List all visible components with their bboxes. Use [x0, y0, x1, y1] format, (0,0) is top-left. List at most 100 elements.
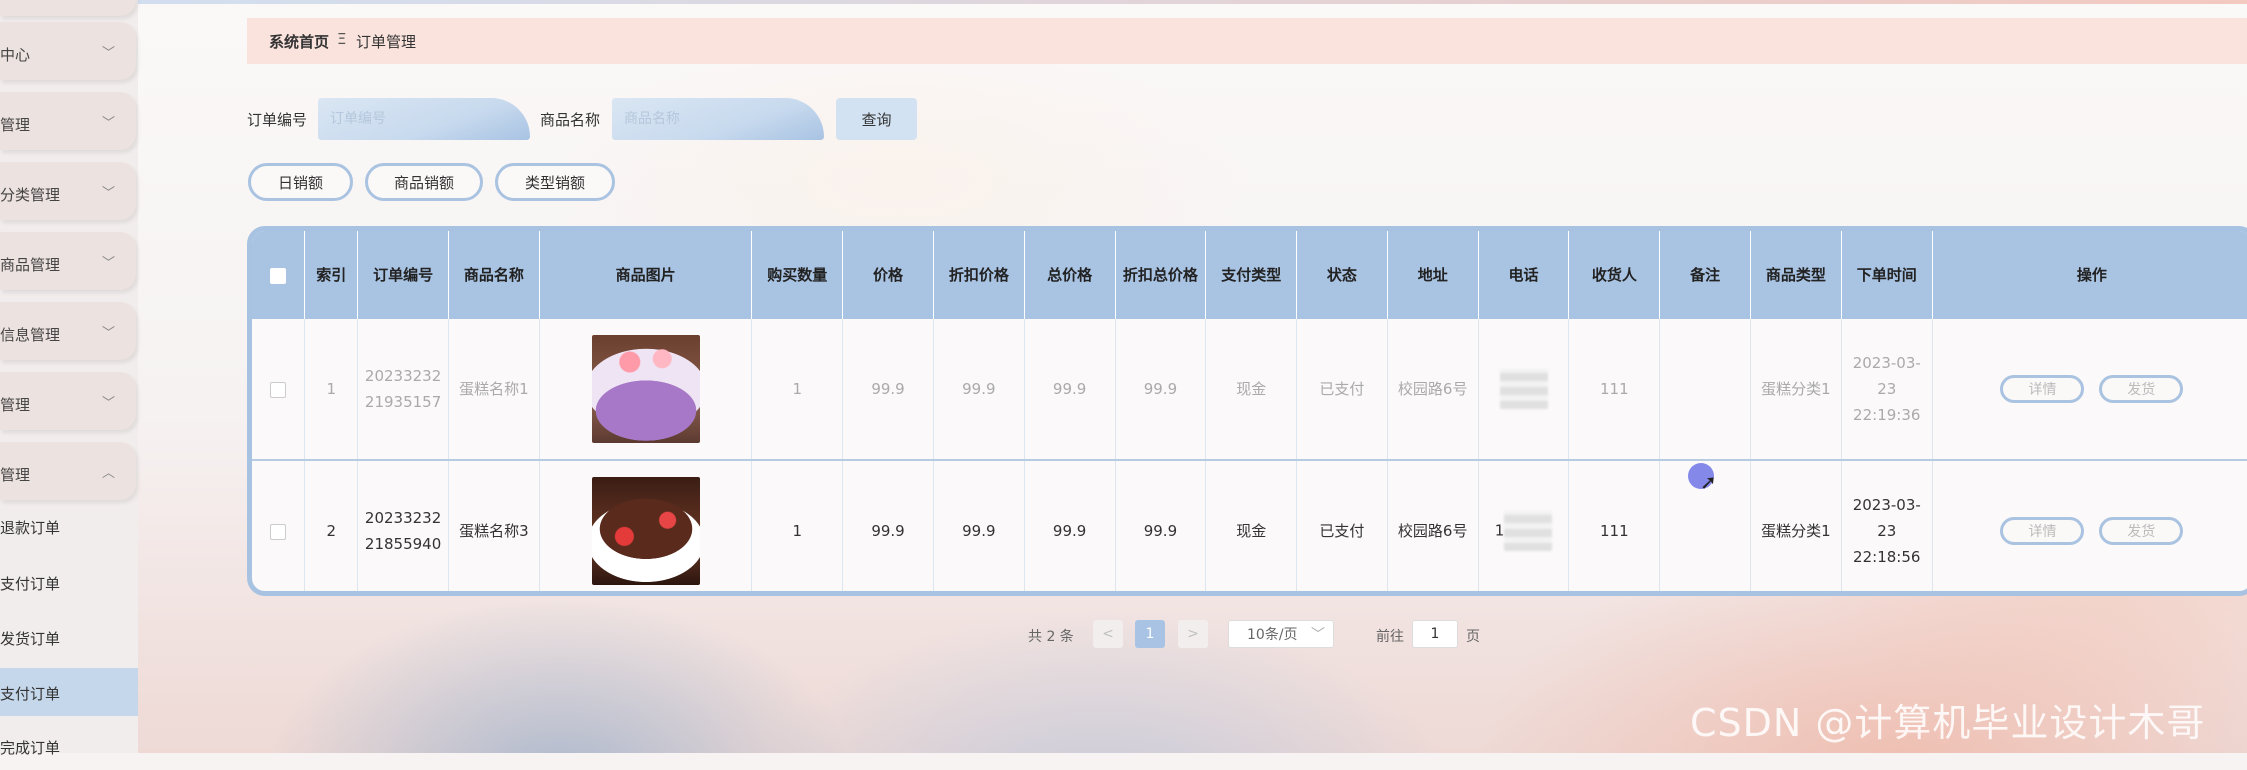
chevron-down-icon: ﹀ [102, 326, 116, 341]
top-accent-bar [0, 0, 2247, 4]
cell-index: 2 [304, 460, 359, 591]
cell-address: 校园路6号 [1387, 460, 1479, 591]
cell-total: 99.9 [1024, 460, 1116, 591]
phone-partial: 1 [1494, 521, 1505, 540]
row-checkbox[interactable] [270, 523, 287, 540]
phone-redacted [1499, 369, 1548, 409]
sidebar-item-label: 管理 [0, 396, 31, 414]
ship-button[interactable]: 发货 [2099, 375, 2184, 403]
header-note: 备注 [1659, 231, 1751, 319]
cell-category: 蛋糕分类1 [1750, 460, 1842, 591]
cell-phone [1478, 319, 1570, 461]
header-actions: 操作 [1932, 231, 2247, 319]
sidebar-subitem-refund[interactable]: 退款订单 [0, 502, 138, 550]
header-phone: 电话 [1478, 231, 1570, 319]
sidebar-item-top[interactable] [0, 0, 136, 16]
cell-price: 99.9 [842, 460, 934, 591]
goto-label: 前往 [1376, 629, 1404, 645]
cell-discount-total: 99.9 [1115, 319, 1207, 461]
sidebar-item-product[interactable]: 商品管理 ﹀ [0, 232, 136, 290]
product-name-label: 商品名称 [540, 111, 601, 129]
page-size-value: 10条/页 [1247, 627, 1298, 643]
select-all-checkbox[interactable] [270, 267, 287, 284]
sidebar: 中心 ﹀ 管理 ﹀ 分类管理 ﹀ 商品管理 ﹀ 信息管理 ﹀ 管理 ﹀ 管理 ︿… [0, 0, 138, 757]
header-price: 价格 [842, 231, 934, 319]
sidebar-item-info[interactable]: 信息管理 ﹀ [0, 302, 136, 360]
sidebar-subitem-paid-active[interactable]: 支付订单 [0, 668, 138, 716]
header-index: 索引 [304, 231, 359, 319]
header-order-no: 订单编号 [357, 231, 449, 319]
cell-status: 已支付 [1296, 460, 1388, 591]
sidebar-subitem-label: 发货订单 [0, 630, 61, 648]
header-qty: 购买数量 [751, 231, 844, 319]
goto-page-input[interactable] [1412, 620, 1458, 648]
product-image[interactable] [591, 335, 700, 443]
orders-table: 索引 订单编号 商品名称 商品图片 购买数量 价格 折扣价格 总价格 折扣总价格… [247, 226, 2247, 596]
sidebar-subitem-label: 退款订单 [0, 519, 61, 537]
cell-product-name: 蛋糕名称3 [448, 460, 540, 591]
sidebar-item-label: 管理 [0, 466, 31, 484]
header-product-image: 商品图片 [539, 231, 753, 319]
sidebar-item-manage-2[interactable]: 管理 ﹀ [0, 372, 136, 430]
header-address: 地址 [1387, 231, 1479, 319]
cell-product-name: 蛋糕名称1 [448, 319, 540, 461]
cell-receiver: 111 [1568, 319, 1661, 461]
sidebar-item-label: 分类管理 [0, 186, 61, 204]
detail-button[interactable]: 详情 [2000, 517, 2085, 545]
sidebar-item-manage[interactable]: 管理 ﹀ [0, 92, 136, 150]
next-page-button[interactable]: > [1178, 620, 1208, 648]
daily-sales-button[interactable]: 日销额 [248, 163, 353, 201]
sidebar-subitem-completed[interactable]: 完成订单 [0, 722, 138, 770]
cell-actions: 详情 发货 [1932, 460, 2247, 591]
product-sales-button[interactable]: 商品销额 [365, 163, 483, 201]
cell-status: 已支付 [1296, 319, 1388, 461]
header-receiver: 收货人 [1568, 231, 1661, 319]
cell-total: 99.9 [1024, 319, 1116, 461]
sidebar-item-center[interactable]: 中心 ﹀ [0, 22, 136, 80]
cell-receiver: 111 [1568, 460, 1661, 591]
sidebar-item-label: 商品管理 [0, 256, 61, 274]
cell-discount-price: 99.9 [933, 460, 1025, 591]
search-bar: 订单编号 商品名称 查询 [247, 98, 947, 140]
header-pay-type: 支付类型 [1205, 231, 1298, 319]
product-image[interactable] [591, 477, 700, 585]
sidebar-item-order-manage[interactable]: 管理 ︿ [0, 442, 136, 500]
query-button[interactable]: 查询 [836, 98, 917, 140]
cell-order-no: 2023323221935157 [357, 319, 449, 461]
ship-button[interactable]: 发货 [2099, 517, 2184, 545]
page-1-button[interactable]: 1 [1135, 620, 1165, 648]
cell-price: 99.9 [842, 319, 934, 461]
breadcrumb-home[interactable]: 系统首页 [269, 31, 329, 52]
page-unit-label: 页 [1466, 629, 1480, 645]
pagination-total: 共 2 条 [1028, 629, 1074, 645]
cell-time: 2023-03-23 22:18:56 [1841, 460, 1933, 591]
cell-order-no: 2023323221855940 [357, 460, 449, 591]
breadcrumb-separator-icon: Ξ [337, 30, 347, 48]
product-name-input[interactable] [612, 98, 824, 140]
chevron-down-icon: ﹀ [102, 116, 116, 131]
page-size-select[interactable]: 10条/页 ﹀ [1228, 620, 1334, 648]
pagination: 共 2 条 < 1 > 10条/页 ﹀ 前往 页 [1028, 620, 1528, 650]
mouse-cursor-icon: ➚ [1700, 470, 1717, 494]
sidebar-item-category[interactable]: 分类管理 ﹀ [0, 162, 136, 220]
sidebar-subitem-paid[interactable]: 支付订单 [0, 558, 138, 606]
row-checkbox[interactable] [270, 381, 287, 398]
header-status: 状态 [1296, 231, 1388, 319]
row-select-cell [252, 460, 306, 591]
sidebar-subitem-shipped[interactable]: 发货订单 [0, 613, 138, 661]
order-no-input[interactable] [318, 98, 530, 140]
header-time: 下单时间 [1841, 231, 1933, 319]
prev-page-button[interactable]: < [1093, 620, 1123, 648]
type-sales-button[interactable]: 类型销额 [495, 163, 615, 201]
phone-redacted [1504, 511, 1553, 551]
chevron-down-icon: ﹀ [102, 396, 116, 411]
cell-pay-type: 现金 [1205, 460, 1298, 591]
cell-product-image [539, 460, 753, 591]
table-header-row: 索引 订单编号 商品名称 商品图片 购买数量 价格 折扣价格 总价格 折扣总价格… [252, 231, 2247, 319]
header-total: 总价格 [1024, 231, 1116, 319]
sidebar-item-label: 中心 [0, 46, 31, 64]
header-product-name: 商品名称 [448, 231, 540, 319]
detail-button[interactable]: 详情 [2000, 375, 2085, 403]
cell-note [1659, 319, 1751, 461]
breadcrumb-current: 订单管理 [356, 33, 417, 51]
